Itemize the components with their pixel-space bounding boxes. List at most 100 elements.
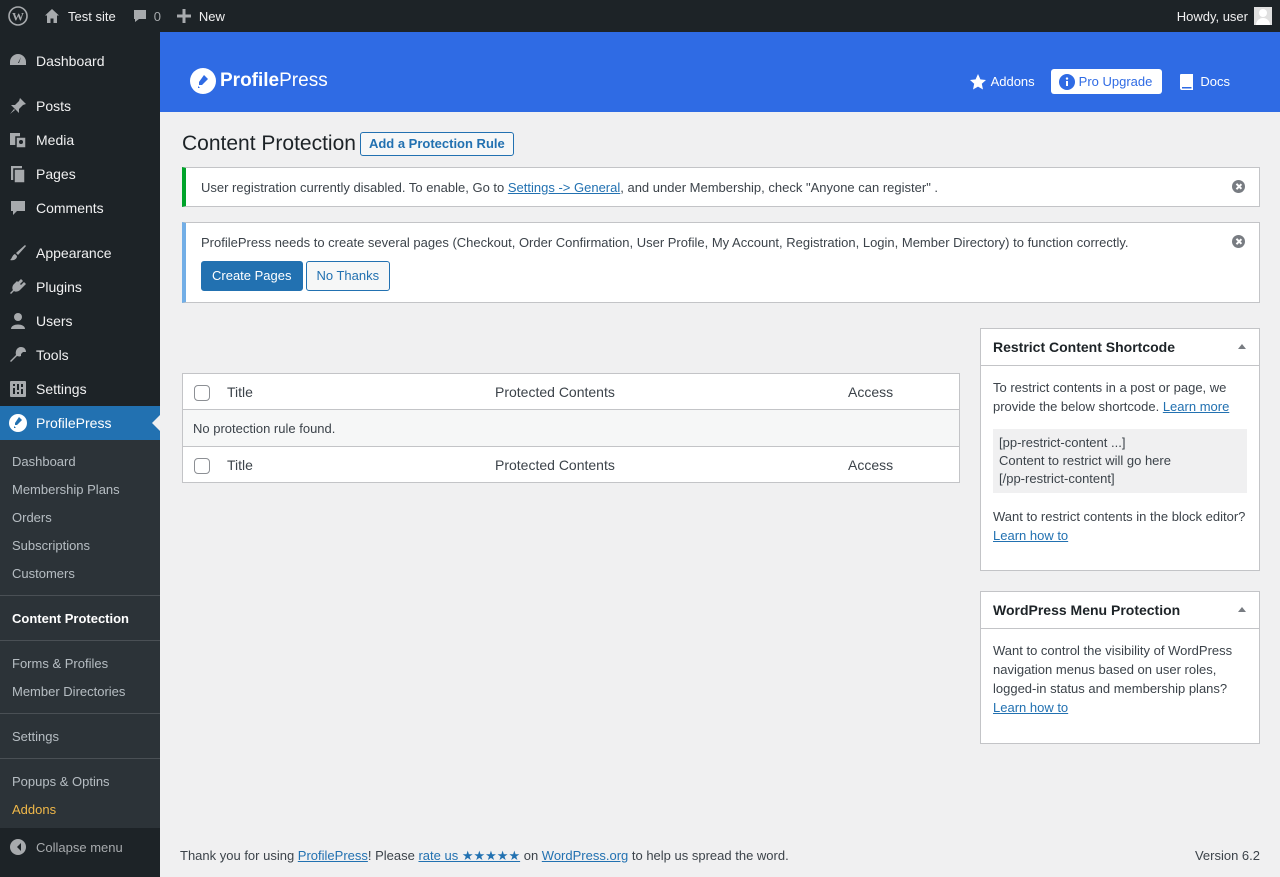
- notice-buttons: Create Pages No Thanks: [201, 261, 1244, 291]
- menu-label: Posts: [36, 98, 72, 114]
- dismiss-icon[interactable]: [1232, 180, 1245, 193]
- docs-link[interactable]: Docs: [1178, 69, 1230, 94]
- pin-icon: [8, 96, 28, 116]
- postbox-header[interactable]: WordPress Menu Protection: [981, 592, 1259, 629]
- home-icon: [44, 8, 60, 24]
- menu-item-media[interactable]: Media: [0, 123, 160, 157]
- site-name-link[interactable]: Test site: [36, 0, 124, 32]
- postbox-body: To restrict contents in a post or page, …: [981, 366, 1259, 557]
- menu-item-settings[interactable]: Settings: [0, 372, 160, 406]
- menu-item-comments[interactable]: Comments: [0, 191, 160, 225]
- pro-upgrade-button[interactable]: Pro Upgrade: [1050, 69, 1163, 94]
- wordpress-org-link[interactable]: WordPress.org: [542, 848, 628, 863]
- menu-label: Dashboard: [36, 53, 105, 69]
- restrict-content-shortcode-box: Restrict Content Shortcode To restrict c…: [980, 328, 1260, 571]
- submenu-settings[interactable]: Settings: [0, 722, 160, 750]
- menu-label: Settings: [36, 381, 87, 397]
- submenu-addons[interactable]: Addons: [0, 795, 160, 823]
- select-all-checkbox[interactable]: [194, 458, 210, 474]
- menu-item-users[interactable]: Users: [0, 304, 160, 338]
- submenu-forms-profiles[interactable]: Forms & Profiles: [0, 649, 160, 677]
- code-line: [/pp-restrict-content]: [999, 471, 1115, 486]
- profilepress-submenu: Dashboard Membership Plans Orders Subscr…: [0, 440, 160, 828]
- admin-bar: W Test site 0 New Howdy, user: [0, 0, 1280, 32]
- howdy-text: Howdy, user: [1176, 8, 1248, 24]
- notice-text-after: , and under Membership, check "Anyone ca…: [620, 179, 939, 195]
- collapse-label: Collapse menu: [36, 839, 123, 855]
- menu-item-posts[interactable]: Posts: [0, 89, 160, 123]
- submenu-subscriptions[interactable]: Subscriptions: [0, 531, 160, 559]
- postbox-header[interactable]: Restrict Content Shortcode: [981, 329, 1259, 366]
- logo-text-bold: Profile: [220, 70, 280, 91]
- add-protection-rule-button[interactable]: Add a Protection Rule: [359, 132, 514, 156]
- empty-row: No protection rule found.: [183, 410, 959, 446]
- settings-general-link[interactable]: Settings -> General: [508, 180, 620, 195]
- profilepress-header: Profile Press Addons Pro Upgrade Docs: [160, 32, 1280, 112]
- addons-label: Addons: [990, 74, 1035, 89]
- avatar: [1254, 7, 1272, 25]
- submenu-popups-optins[interactable]: Popups & Optins: [0, 767, 160, 795]
- divider: [0, 713, 160, 714]
- version-text: Version 6.2: [1194, 848, 1260, 863]
- menu-item-pages[interactable]: Pages: [0, 157, 160, 191]
- toggle-arrow-icon[interactable]: [1238, 344, 1246, 349]
- dismiss-icon[interactable]: [1232, 235, 1245, 248]
- submenu-orders[interactable]: Orders: [0, 503, 160, 531]
- column-access: Access: [848, 456, 894, 473]
- logo-text-light: Press: [279, 70, 328, 91]
- new-content-link[interactable]: New: [169, 0, 233, 32]
- profilepress-icon: [8, 413, 28, 433]
- notice-text: User registration currently disabled. To…: [201, 180, 938, 195]
- wordpress-logo-icon[interactable]: W: [0, 0, 36, 32]
- footer-after: to help us spread the word.: [628, 848, 789, 863]
- registration-notice: User registration currently disabled. To…: [182, 167, 1260, 207]
- addons-link[interactable]: Addons: [969, 69, 1035, 94]
- menu-item-tools[interactable]: Tools: [0, 338, 160, 372]
- toggle-arrow-icon[interactable]: [1238, 607, 1246, 612]
- create-pages-button[interactable]: Create Pages: [201, 261, 303, 291]
- rate-us-link[interactable]: rate us ★★★★★: [418, 848, 520, 863]
- header-nav: Addons Pro Upgrade Docs: [953, 69, 1230, 94]
- footer: Thank you for using ProfilePress! Please…: [180, 848, 1260, 864]
- submenu-member-directories[interactable]: Member Directories: [0, 677, 160, 705]
- comments-link[interactable]: 0: [124, 0, 169, 32]
- comment-icon: [132, 8, 148, 24]
- menu-protection-text: Want to control the visibility of WordPr…: [993, 643, 1233, 696]
- dashboard-icon: [8, 51, 28, 71]
- menu-label: Tools: [36, 347, 69, 363]
- code-line: Content to restrict will go here: [999, 453, 1171, 468]
- footer-text: Thank you for using ProfilePress! Please…: [180, 848, 789, 863]
- menu-item-dashboard[interactable]: Dashboard: [0, 44, 160, 78]
- menu-protection-box: WordPress Menu Protection Want to contro…: [980, 591, 1260, 744]
- learn-more-link[interactable]: Learn more: [1163, 399, 1229, 414]
- book-icon: [1178, 73, 1200, 91]
- menu-item-profilepress[interactable]: ProfilePress: [0, 406, 160, 440]
- learn-how-link[interactable]: Learn how to: [993, 528, 1068, 543]
- footer-on: on: [520, 848, 542, 863]
- submenu-customers[interactable]: Customers: [0, 559, 160, 587]
- notice-text: ProfilePress needs to create several pag…: [201, 235, 1129, 250]
- plus-icon: [176, 9, 191, 23]
- column-title[interactable]: Title: [227, 384, 253, 400]
- table-footer-row: Title Protected Contents Access: [183, 446, 959, 482]
- menu-item-plugins[interactable]: Plugins: [0, 270, 160, 304]
- star-icon: [969, 73, 991, 91]
- submenu-membership-plans[interactable]: Membership Plans: [0, 475, 160, 503]
- profilepress-link[interactable]: ProfilePress: [298, 848, 368, 863]
- brush-icon: [8, 243, 28, 263]
- menu-label: Plugins: [36, 279, 82, 295]
- column-title[interactable]: Title: [227, 457, 253, 473]
- select-all-checkbox[interactable]: [194, 385, 210, 401]
- submenu-content-protection[interactable]: Content Protection: [0, 604, 160, 632]
- my-account[interactable]: Howdy, user: [1177, 0, 1272, 32]
- submenu-dashboard[interactable]: Dashboard: [0, 447, 160, 475]
- menu-label: Comments: [36, 200, 104, 216]
- profilepress-logo[interactable]: Profile Press: [190, 68, 328, 94]
- menu-item-appearance[interactable]: Appearance: [0, 236, 160, 270]
- learn-how-link[interactable]: Learn how to: [993, 700, 1068, 715]
- collapse-menu-button[interactable]: Collapse menu: [0, 830, 160, 864]
- create-pages-notice: ProfilePress needs to create several pag…: [182, 222, 1260, 303]
- column-protected-contents: Protected Contents: [495, 383, 615, 400]
- no-thanks-button[interactable]: No Thanks: [305, 261, 391, 291]
- collapse-icon: [10, 839, 26, 855]
